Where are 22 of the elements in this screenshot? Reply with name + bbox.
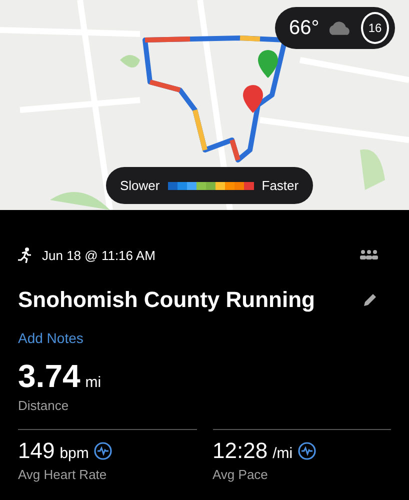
- stat-unit: /mi: [272, 445, 293, 462]
- distance-value: 3.74: [18, 358, 80, 395]
- add-notes-link[interactable]: Add Notes: [18, 330, 84, 346]
- temperature: 66°: [289, 16, 320, 40]
- stat-label: Avg Heart Rate: [18, 467, 108, 482]
- activity-date: Jun 18 @ 11:16 AM: [42, 248, 156, 262]
- pulse-icon: [94, 442, 112, 460]
- pace-scale-icon: [168, 182, 254, 190]
- stat-value: 12:28: [212, 438, 268, 464]
- stat-label: Avg Pace: [212, 467, 269, 482]
- activity-title: Snohomish County Running: [18, 287, 315, 313]
- wind-indicator: 16: [360, 12, 389, 44]
- edit-icon[interactable]: [363, 293, 377, 307]
- pulse-icon: [298, 442, 316, 460]
- group-icon[interactable]: [359, 249, 379, 261]
- legend-label: Slower: [120, 178, 160, 193]
- distance-unit: mi: [85, 374, 102, 391]
- stat-unit: bpm: [60, 445, 89, 462]
- stat-value: 149: [18, 438, 55, 464]
- legend-label: Faster: [262, 178, 299, 193]
- runner-icon: [18, 247, 32, 263]
- distance-label: Distance: [18, 398, 70, 413]
